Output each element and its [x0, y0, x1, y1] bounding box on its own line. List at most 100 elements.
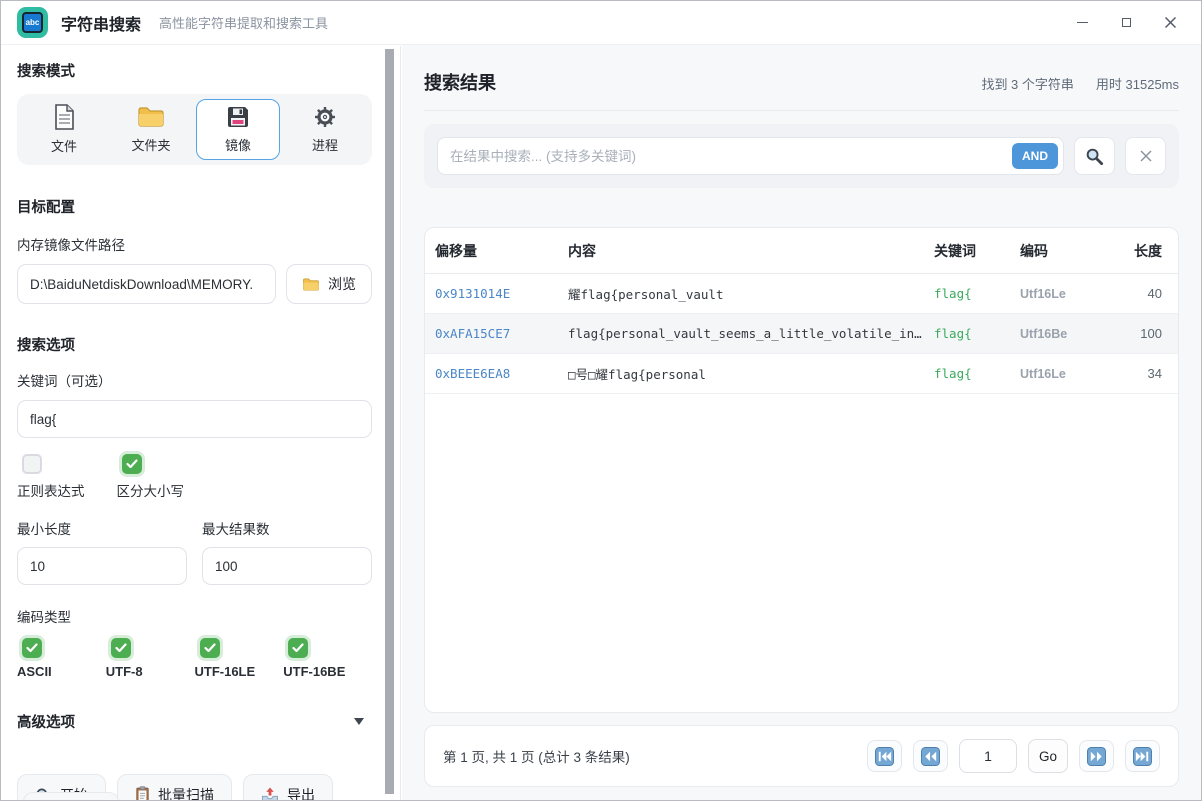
filter-input[interactable] — [450, 149, 1012, 164]
app-subtitle: 高性能字符串提取和搜索工具 — [159, 13, 328, 32]
min-length-field: 最小长度 — [17, 518, 187, 585]
col-encoding: 编码 — [1010, 241, 1102, 261]
clipboard-icon — [135, 786, 150, 801]
results-stats: 找到 3 个字符串 用时 31525ms — [981, 74, 1179, 93]
regex-label: 正则表达式 — [17, 480, 85, 500]
mode-process-label: 进程 — [312, 135, 338, 154]
table-row[interactable]: 0x9131014E 耀flag{personal_vault flag{ Ut… — [425, 274, 1178, 314]
encoding-utf8-option: UTF-8 — [106, 638, 195, 679]
table-row[interactable]: 0xBEEE6EA8 □号□耀flag{personal flag{ Utf16… — [425, 354, 1178, 394]
pagination-bar: 第 1 页, 共 1 页 (总计 3 条结果) — [424, 725, 1179, 787]
last-page-button[interactable] — [1125, 740, 1160, 772]
row-encoding: Utf16Le — [1010, 287, 1102, 301]
mode-folder-label: 文件夹 — [131, 135, 170, 154]
row-length: 34 — [1102, 366, 1178, 381]
results-title: 搜索结果 — [424, 69, 496, 95]
row-length: 40 — [1102, 286, 1178, 301]
col-content: 内容 — [558, 241, 924, 261]
export-button-label: 导出 — [287, 785, 315, 801]
batch-scan-button[interactable]: 批量扫描 — [117, 774, 232, 801]
max-results-input[interactable] — [202, 547, 372, 585]
target-config-heading: 目标配置 — [17, 196, 372, 217]
sidebar-scrollbar[interactable] — [385, 49, 394, 794]
and-mode-toggle[interactable]: AND — [1012, 143, 1058, 169]
search-options-heading: 搜索选项 — [17, 334, 372, 355]
encoding-utf16le-checkbox[interactable] — [200, 638, 220, 658]
skip-to-start-icon — [875, 747, 894, 766]
maximize-button[interactable] — [1117, 14, 1135, 32]
check-icon — [115, 643, 127, 653]
row-offset[interactable]: 0x9131014E — [425, 286, 558, 301]
next-page-button[interactable] — [1079, 740, 1114, 772]
export-tray-icon — [261, 787, 279, 801]
filter-search-button[interactable] — [1074, 137, 1115, 175]
chevron-down-icon[interactable] — [354, 718, 364, 725]
row-offset[interactable]: 0xAFA15CE7 — [425, 326, 558, 341]
encoding-ascii-option: ASCII — [17, 638, 106, 679]
encoding-ascii-label: ASCII — [17, 664, 52, 679]
row-keyword: flag{ — [924, 326, 1010, 341]
min-length-input[interactable] — [17, 547, 187, 585]
rewind-icon — [921, 747, 940, 766]
advanced-options-row[interactable]: 高级选项 — [17, 711, 372, 732]
case-sensitive-checkbox[interactable] — [122, 454, 142, 474]
mode-file[interactable]: 文件 — [22, 99, 106, 160]
path-row: 浏览 — [17, 264, 372, 304]
keyword-input[interactable] — [17, 400, 372, 438]
encoding-utf16be-checkbox[interactable] — [288, 638, 308, 658]
search-mode-group: 文件 文件夹 镜像 — [17, 94, 372, 165]
pagination-controls: Go — [867, 739, 1160, 773]
case-option: 区分大小写 — [117, 454, 185, 500]
app-title: 字符串搜索 — [61, 11, 141, 35]
row-keyword: flag{ — [924, 286, 1010, 301]
close-icon — [1139, 149, 1153, 163]
clipped-button[interactable] — [23, 792, 119, 801]
encoding-utf16le-label: UTF-16LE — [195, 664, 256, 679]
file-icon — [52, 104, 76, 130]
encoding-row: ASCII UTF-8 UTF-16LE UTF-16BE — [17, 638, 372, 679]
browse-button[interactable]: 浏览 — [286, 264, 372, 304]
encoding-ascii-checkbox[interactable] — [22, 638, 42, 658]
minimize-button[interactable] — [1073, 14, 1091, 32]
row-offset[interactable]: 0xBEEE6EA8 — [425, 366, 558, 381]
mode-file-label: 文件 — [51, 136, 77, 155]
col-length: 长度 — [1102, 241, 1178, 261]
close-button[interactable] — [1161, 14, 1179, 32]
mode-folder[interactable]: 文件夹 — [109, 99, 193, 160]
found-count: 找到 3 个字符串 — [981, 74, 1073, 93]
min-length-label: 最小长度 — [17, 518, 187, 538]
mode-process[interactable]: 进程 — [283, 99, 367, 160]
mode-image[interactable]: 镜像 — [196, 99, 280, 160]
skip-to-end-icon — [1133, 747, 1152, 766]
case-sensitive-label: 区分大小写 — [117, 480, 185, 500]
maximize-icon — [1122, 18, 1131, 27]
window-controls — [1073, 14, 1185, 32]
filter-clear-button[interactable] — [1125, 137, 1166, 175]
encoding-utf8-checkbox[interactable] — [111, 638, 131, 658]
app-logo-icon: abc — [17, 7, 48, 38]
go-button[interactable]: Go — [1028, 739, 1068, 773]
encoding-utf16le-option: UTF-16LE — [195, 638, 284, 679]
col-keyword: 关键词 — [924, 241, 1010, 261]
table-row[interactable]: 0xAFA15CE7 flag{personal_vault_seems_a_l… — [425, 314, 1178, 354]
first-page-button[interactable] — [867, 740, 902, 772]
row-encoding: Utf16Le — [1010, 367, 1102, 381]
table-header: 偏移量 内容 关键词 编码 长度 — [425, 228, 1178, 274]
image-path-input[interactable] — [17, 264, 276, 304]
mode-image-label: 镜像 — [225, 135, 251, 154]
browse-button-label: 浏览 — [328, 274, 356, 294]
export-button[interactable]: 导出 — [243, 774, 333, 801]
check-icon — [126, 459, 138, 469]
check-icon — [292, 643, 304, 653]
regex-checkbox[interactable] — [22, 454, 42, 474]
limits-row: 最小长度 最大结果数 — [17, 518, 372, 585]
titlebar: abc 字符串搜索 高性能字符串提取和搜索工具 — [1, 1, 1201, 45]
row-keyword: flag{ — [924, 366, 1010, 381]
header-divider — [424, 110, 1179, 111]
regex-option: 正则表达式 — [17, 454, 85, 500]
previous-page-button[interactable] — [913, 740, 948, 772]
results-panel: 搜索结果 找到 3 个字符串 用时 31525ms AND — [402, 45, 1201, 800]
filter-bar: AND — [424, 124, 1179, 188]
row-encoding: Utf16Be — [1010, 327, 1102, 341]
page-number-input[interactable] — [959, 739, 1017, 773]
